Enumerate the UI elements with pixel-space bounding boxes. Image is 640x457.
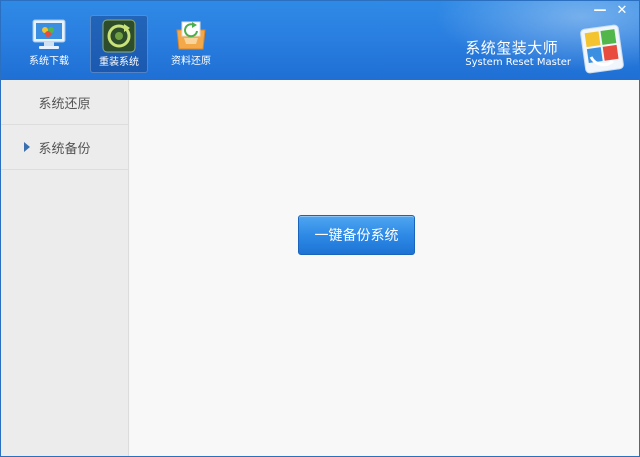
window-controls: — ✕: [589, 1, 633, 19]
brand-title-cn: 系统玺装大师: [465, 39, 559, 57]
brand-logo-icon: [577, 23, 625, 75]
sidebar-item-system-restore[interactable]: 系统还原: [1, 80, 128, 125]
toolbar-label: 重装系统: [99, 57, 139, 68]
brand-title-en: System Reset Master: [465, 57, 571, 68]
toolbar-label: 资料还原: [171, 56, 211, 67]
one-click-backup-button[interactable]: 一键备份系统: [298, 215, 415, 255]
toolbar-data-restore[interactable]: 资料还原: [162, 15, 220, 73]
toolbar-label: 系统下载: [29, 56, 69, 67]
sidebar: 系统还原 系统备份: [1, 80, 129, 456]
data-restore-icon: [172, 18, 210, 52]
header-bar: 系统下载 重装系统 资料还原 — ✕ 系统玺装大师 System Reset M…: [1, 1, 639, 80]
minimize-button[interactable]: —: [589, 1, 611, 19]
app-window: 系统下载 重装系统 资料还原 — ✕ 系统玺装大师 System Reset M…: [0, 0, 640, 457]
sidebar-item-label: 系统还原: [38, 96, 91, 112]
toolbar-reinstall-system[interactable]: 重装系统: [90, 15, 148, 73]
sidebar-item-system-backup[interactable]: 系统备份: [1, 125, 128, 170]
selected-arrow-icon: [24, 142, 30, 152]
close-button[interactable]: ✕: [611, 1, 633, 19]
toolbar-system-download[interactable]: 系统下载: [20, 15, 78, 73]
sidebar-item-label: 系统备份: [38, 141, 91, 157]
main-content: 一键备份系统: [130, 80, 639, 456]
monitor-download-icon: [30, 18, 68, 52]
reinstall-refresh-icon: [100, 19, 138, 53]
brand-title: 系统玺装大师 System Reset Master: [465, 40, 571, 69]
